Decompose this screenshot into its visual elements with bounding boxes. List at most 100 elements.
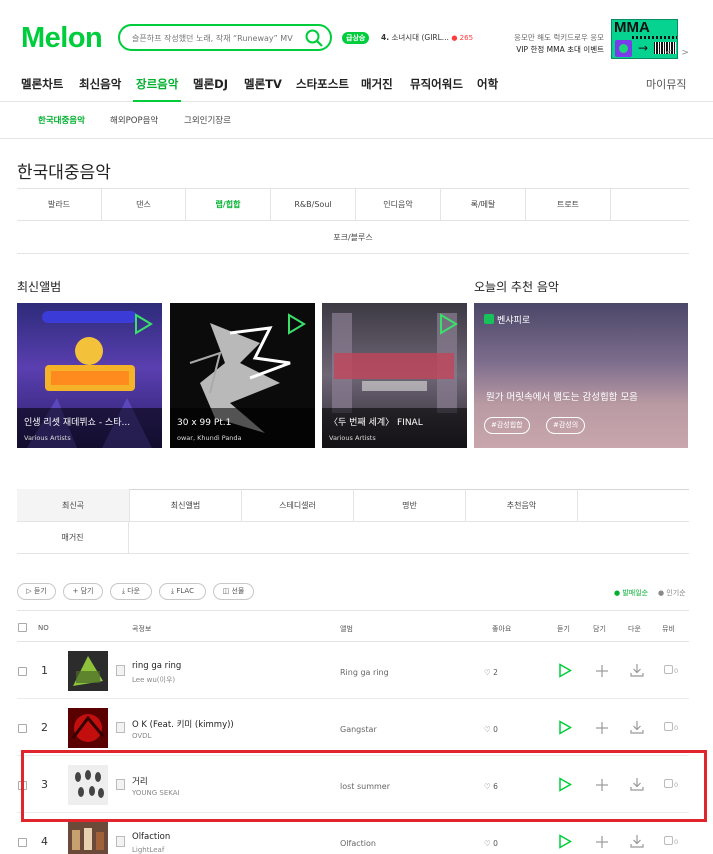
gift-button[interactable]: ◫ 선물 <box>213 583 254 600</box>
song-album[interactable]: Gangstar <box>340 725 377 734</box>
play-icon[interactable] <box>558 663 572 678</box>
list-tab-new-albums[interactable]: 최신앨범 <box>129 489 241 522</box>
play-icon[interactable] <box>558 834 572 849</box>
add-icon[interactable] <box>595 721 609 735</box>
download-icon[interactable] <box>630 834 644 848</box>
subnav-other[interactable]: 그외인기장르 <box>184 114 231 126</box>
song-album[interactable]: Olfaction <box>340 839 376 848</box>
song-title[interactable]: Olfaction <box>132 832 170 842</box>
nav-my-music[interactable]: 마이뮤직 <box>646 76 686 92</box>
table-row[interactable]: 2 O K (Feat. 키미 (kimmy)) OVDL Gangstar ♡… <box>17 699 689 756</box>
row-checkbox[interactable] <box>18 667 27 676</box>
row-checkbox[interactable] <box>18 724 27 733</box>
list-tab-classic[interactable]: 명반 <box>353 489 465 522</box>
song-title[interactable]: ring ga ring <box>132 661 181 671</box>
nav-language[interactable]: 어학 <box>477 76 498 92</box>
like-count[interactable]: ♡ 2 <box>484 668 498 677</box>
download-icon[interactable] <box>630 777 644 791</box>
song-album[interactable]: lost summer <box>340 782 390 791</box>
song-album[interactable]: Ring ga ring <box>340 668 389 677</box>
list-tab-magazine[interactable]: 매거진 <box>17 522 129 554</box>
like-count[interactable]: ♡ 0 <box>484 725 498 734</box>
genre-tab-rock[interactable]: 록/메탈 <box>440 188 525 221</box>
mv-button[interactable]: 0 <box>664 722 678 732</box>
song-artist[interactable]: LightLeaf <box>132 846 164 854</box>
sort-popular[interactable]: ● 인기순 <box>658 588 686 598</box>
nav-tv[interactable]: 멜론TV <box>244 76 282 92</box>
row-checkbox[interactable] <box>18 781 27 790</box>
row-album-art[interactable] <box>68 708 108 748</box>
album-card-2[interactable]: 30 x 99 Pt.1 owar, Khundi Panda <box>170 303 315 448</box>
add-icon[interactable] <box>595 778 609 792</box>
add-icon[interactable] <box>595 835 609 849</box>
genre-tab-rnb[interactable]: R&B/Soul <box>270 188 355 221</box>
genre-tab-dance[interactable]: 댄스 <box>101 188 185 221</box>
banner-nav[interactable]: < > <box>665 48 695 58</box>
play-icon[interactable] <box>558 720 572 735</box>
mv-button[interactable]: 0 <box>664 836 678 846</box>
promo-text[interactable]: 응모만 해도 럭키드로우 응모 VIP 한정 MMA 초대 이벤트 <box>500 32 604 56</box>
nav-chart[interactable]: 멜론차트 <box>21 76 63 92</box>
th-add: 담기 <box>593 625 606 633</box>
song-artist[interactable]: Lee wu(이우) <box>132 675 175 685</box>
song-title[interactable]: O K (Feat. 키미 (kimmy)) <box>132 718 234 730</box>
sort-release[interactable]: ● 발매일순 <box>614 588 648 598</box>
list-tab-recommend[interactable]: 추천음악 <box>465 489 577 522</box>
play-icon[interactable] <box>286 313 306 335</box>
list-tab-steady[interactable]: 스테디셀러 <box>241 489 353 522</box>
nav-starpost[interactable]: 스타포스트 <box>296 76 349 92</box>
genre-tab-ballad[interactable]: 발라드 <box>17 188 101 221</box>
rec-hashtag-2[interactable]: #감성의 <box>546 417 586 434</box>
download-icon[interactable] <box>630 663 644 677</box>
today-rec-card[interactable]: 벤샤피로 뭔가 머릿속에서 맴도는 감성힙합 모음 #감성힙합 #감성의 <box>474 303 688 448</box>
search-icon[interactable] <box>304 28 324 48</box>
like-count[interactable]: ♡ 0 <box>484 839 498 848</box>
song-title[interactable]: 거리 <box>132 775 148 787</box>
play-icon[interactable] <box>558 777 572 792</box>
flac-button[interactable]: ⤓ FLAC <box>159 583 206 600</box>
row-checkbox[interactable] <box>18 838 27 847</box>
melon-logo[interactable]: Melon <box>21 22 103 55</box>
like-count[interactable]: ♡ 6 <box>484 782 498 791</box>
row-album-art[interactable] <box>68 765 108 805</box>
genre-tab-hiphop[interactable]: 랩/힙합 <box>185 188 270 221</box>
listen-button[interactable]: ▷ 듣기 <box>17 583 56 600</box>
song-info-icon[interactable] <box>116 836 125 847</box>
genre-tab-indie[interactable]: 인디음악 <box>355 188 440 221</box>
rec-hashtag-1[interactable]: #감성힙합 <box>484 417 530 434</box>
song-info-icon[interactable] <box>116 722 125 733</box>
genre-tab-trot[interactable]: 트로트 <box>525 188 610 221</box>
song-artist[interactable]: YOUNG SEKAI <box>132 789 180 797</box>
album-card-3[interactable]: 〈두 번째 세계〉 FINAL Various Artists <box>322 303 467 448</box>
song-info-icon[interactable] <box>116 779 125 790</box>
table-row[interactable]: 3 거리 YOUNG SEKAI lost summer ♡ 6 0 <box>17 756 689 813</box>
table-row[interactable]: 4 Olfaction LightLeaf Olfaction ♡ 0 0 <box>17 813 689 854</box>
search-input[interactable] <box>132 30 300 46</box>
nav-dj[interactable]: 멜론DJ <box>193 76 228 92</box>
nav-magazine[interactable]: 매거진 <box>361 76 393 92</box>
album-card-1[interactable]: 인생 리셋 재데뷔쇼 - 스타... Various Artists <box>17 303 162 448</box>
song-artist[interactable]: OVDL <box>132 732 151 740</box>
row-album-art[interactable] <box>68 651 108 691</box>
add-button[interactable]: + 담기 <box>63 583 103 600</box>
play-icon[interactable] <box>133 313 153 335</box>
download-button[interactable]: ⤓ 다운 <box>110 583 152 600</box>
song-info-icon[interactable] <box>116 665 125 676</box>
nav-new-music[interactable]: 최신음악 <box>79 76 121 92</box>
add-icon[interactable] <box>595 664 609 678</box>
download-icon[interactable] <box>630 720 644 734</box>
nav-genre[interactable]: 장르음악 <box>136 76 178 92</box>
mv-button[interactable]: 0 <box>664 779 678 789</box>
play-icon[interactable] <box>438 313 458 335</box>
search-box[interactable] <box>118 24 332 51</box>
genre-tab-folk[interactable]: 포크/블루스 <box>17 221 689 254</box>
subnav-pop[interactable]: 해외POP음악 <box>110 114 158 126</box>
subnav-kpop[interactable]: 한국대중음악 <box>38 114 85 126</box>
table-row[interactable]: 1 ring ga ring Lee wu(이우) Ring ga ring ♡… <box>17 642 689 699</box>
row-album-art[interactable] <box>68 822 108 854</box>
rising-song[interactable]: 4. 소녀시대 (GIRL... ● 265 <box>381 32 473 43</box>
nav-award[interactable]: 뮤직어워드 <box>410 76 463 92</box>
list-tab-new-songs[interactable]: 최신곡 <box>17 489 129 522</box>
select-all-checkbox[interactable] <box>18 623 27 632</box>
mv-button[interactable]: 0 <box>664 665 678 675</box>
